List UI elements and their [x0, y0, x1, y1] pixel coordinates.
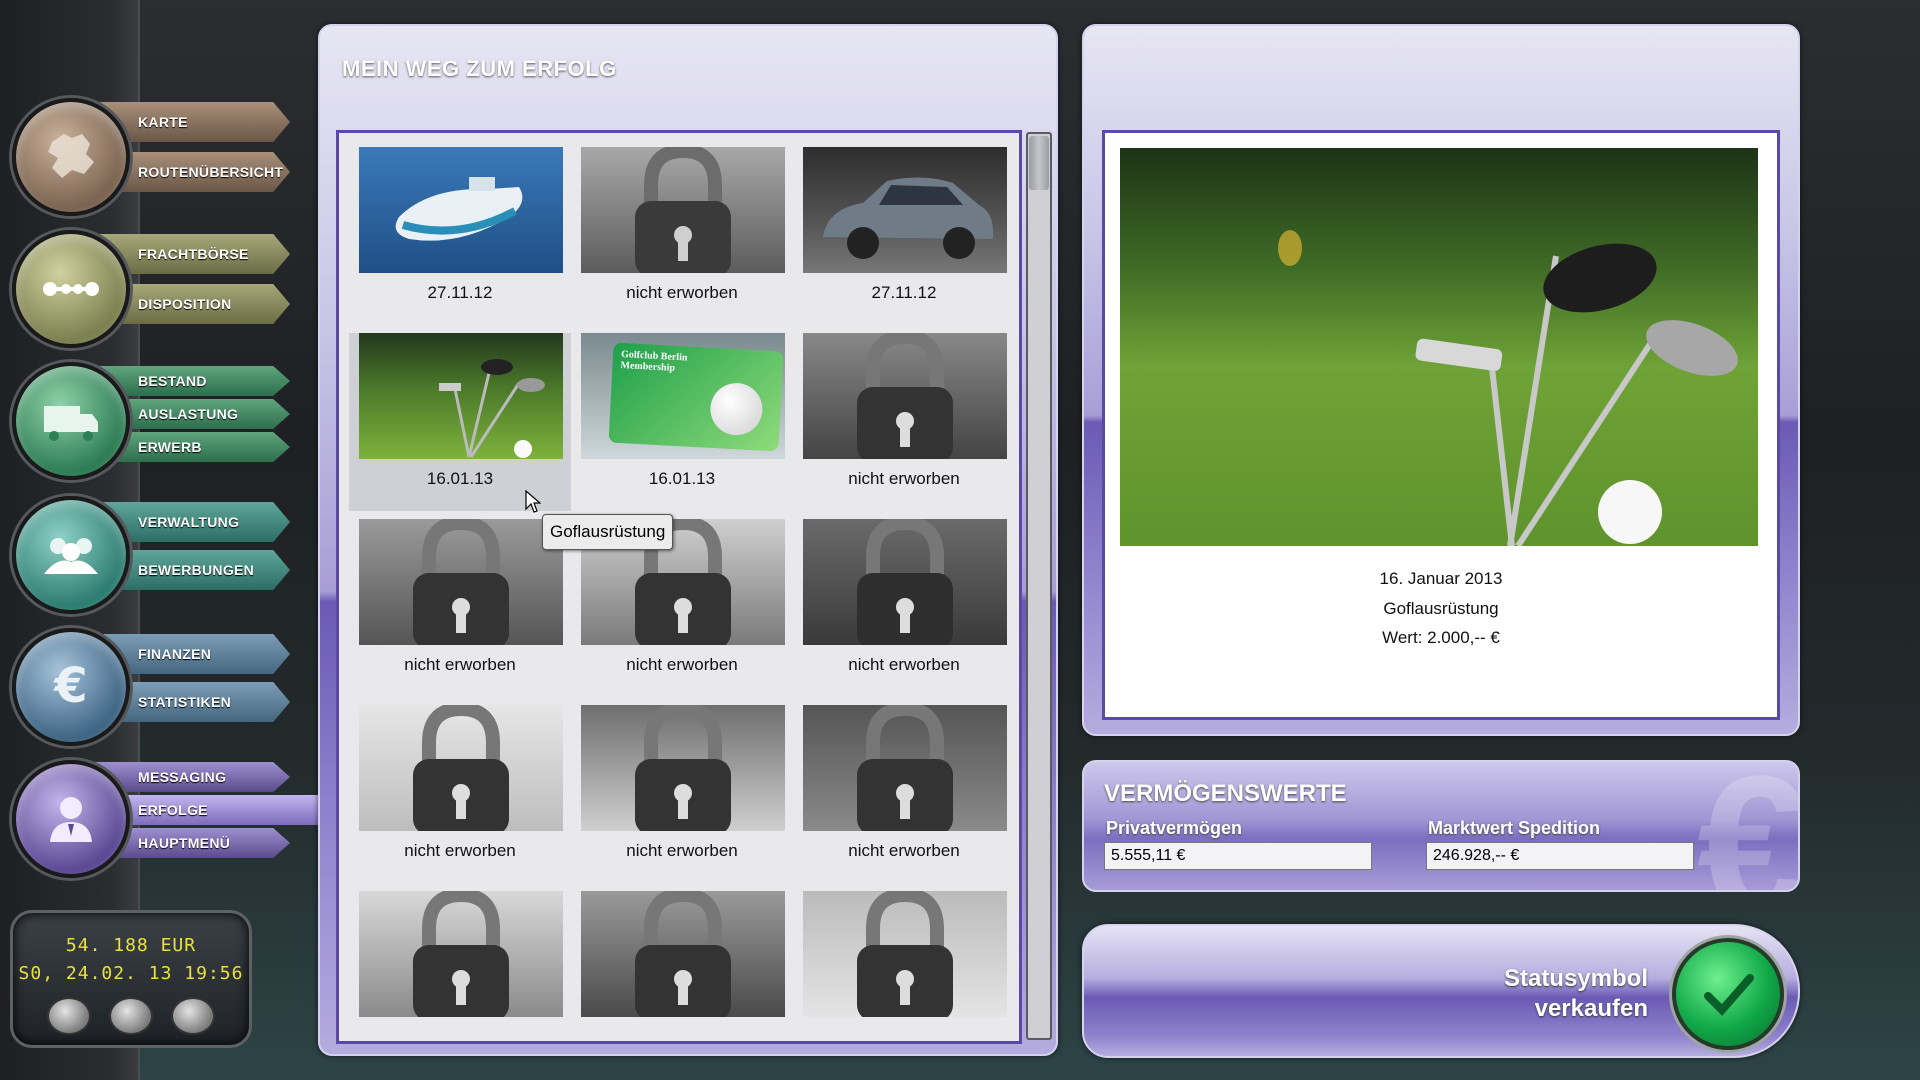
achievement-item[interactable]: nicht erworben — [349, 519, 571, 697]
clock-knob-3[interactable] — [171, 997, 215, 1035]
padlock-icon — [857, 519, 953, 645]
euro-icon[interactable]: € — [12, 628, 130, 746]
market-value-label: Marktwert Spedition — [1428, 818, 1601, 838]
achievement-item[interactable] — [793, 891, 1015, 1069]
mouse-cursor-icon — [525, 490, 541, 513]
silver-car-image — [803, 147, 1007, 273]
item-tooltip: Goflausrüstung — [542, 514, 674, 550]
padlock-icon — [413, 519, 509, 645]
padlock-icon — [635, 891, 731, 1017]
checkmark-icon — [1704, 974, 1754, 1016]
membership-card-text: Golfclub Berlin Membership — [620, 349, 688, 374]
achievement-item[interactable]: nicht erworben — [793, 705, 1015, 883]
achievement-caption: 16.01.13 — [648, 469, 716, 488]
achievement-item[interactable] — [349, 891, 571, 1069]
achievement-item[interactable]: 27.11.12 — [793, 147, 1015, 325]
golf-clubs-large-image — [1120, 148, 1758, 546]
padlock-icon — [413, 705, 509, 831]
achievement-item[interactable]: nicht erworben — [349, 705, 571, 883]
clock-knob-2[interactable] — [109, 997, 153, 1035]
detail-date: 16. Januar 2013 — [1379, 569, 1503, 588]
sell-status-symbol-panel: Statusymbol verkaufen — [1082, 924, 1800, 1058]
golf-clubs-image — [359, 333, 563, 459]
locked-image — [803, 891, 1007, 1017]
locked-image — [803, 705, 1007, 831]
achievement-caption: nicht erworben — [626, 283, 738, 302]
people-icon[interactable] — [12, 496, 130, 614]
achievement-item[interactable]: nicht erworben — [571, 705, 793, 883]
padlock-icon — [635, 705, 731, 831]
money-readout: 54. 188 EUR — [65, 935, 197, 956]
detail-view: 16. Januar 2013 Goflausrüstung Wert: 2.0… — [1102, 130, 1780, 720]
money-clock-display: 54. 188 EUR S0, 24.02. 13 19:56 — [10, 910, 252, 1048]
padlock-icon — [857, 891, 953, 1017]
achievement-caption: nicht erworben — [404, 655, 516, 674]
locked-image — [803, 519, 1007, 645]
sell-label-line2: verkaufen — [1534, 995, 1648, 1022]
achievements-title: MEIN WEG ZUM ERFOLG — [342, 56, 617, 81]
achievement-caption: nicht erworben — [626, 841, 738, 860]
svg-text:€: € — [53, 658, 87, 714]
padlock-icon — [413, 891, 509, 1017]
achievement-item-selected[interactable]: 16.01.13 — [349, 333, 571, 511]
padlock-icon — [857, 333, 953, 459]
golf-ball-icon — [709, 381, 764, 437]
locked-image — [359, 519, 563, 645]
scrollbar-thumb[interactable] — [1029, 136, 1049, 190]
achievement-caption: nicht erworben — [404, 841, 516, 860]
sell-label: Statusymbol verkaufen — [1504, 964, 1648, 1024]
achievement-caption: nicht erworben — [626, 655, 738, 674]
market-value-value: 246.928,-- € — [1426, 842, 1694, 870]
detail-item-name: Goflausrüstung — [1383, 599, 1499, 618]
assets-title: VERMÖGENSWERTE — [1104, 780, 1347, 807]
membership-card: Golfclub Berlin Membership — [608, 342, 784, 452]
achievement-caption: nicht erworben — [848, 655, 960, 674]
golfclub-membership-card-image: Golfclub Berlin Membership — [581, 333, 785, 459]
achievement-item[interactable]: nicht erworben — [793, 333, 1015, 511]
route-dots-icon[interactable] — [12, 230, 130, 348]
locked-image — [359, 705, 563, 831]
achievement-caption: nicht erworben — [848, 469, 960, 488]
achievement-caption: 27.11.12 — [427, 283, 493, 302]
locked-image — [359, 891, 563, 1017]
locked-image — [581, 891, 785, 1017]
locked-image — [581, 705, 785, 831]
achievement-item[interactable]: nicht erworben — [793, 519, 1015, 697]
sell-confirm-button[interactable] — [1672, 938, 1784, 1050]
locked-image — [581, 147, 785, 273]
europe-map-icon[interactable] — [12, 98, 130, 216]
achievement-item[interactable] — [571, 891, 793, 1069]
private-assets-label: Privatvermögen — [1106, 818, 1243, 838]
achievement-gallery: 27.11.12 nicht erworben 27.11.12 16.01.1… — [336, 130, 1022, 1044]
locked-image — [803, 333, 1007, 459]
detail-item-value: Wert: 2.000,-- € — [1382, 628, 1500, 647]
achievement-caption: 16.01.13 — [426, 469, 494, 488]
gallery-scrollbar[interactable] — [1026, 132, 1052, 1040]
clock-knob-1[interactable] — [47, 997, 91, 1035]
padlock-icon — [857, 705, 953, 831]
achievement-caption: nicht erworben — [848, 841, 960, 860]
private-assets-value: 5.555,11 € — [1104, 842, 1372, 870]
achievement-caption: 27.11.12 — [871, 283, 937, 302]
truck-icon[interactable] — [12, 362, 130, 480]
sell-label-line1: Statusymbol — [1503, 965, 1648, 992]
padlock-icon — [635, 147, 731, 273]
dinghy-boat-image — [359, 147, 563, 273]
person-icon[interactable] — [12, 760, 130, 878]
euro-watermark-icon: € — [1696, 760, 1800, 892]
achievement-item[interactable]: 27.11.12 — [349, 147, 571, 325]
assets-panel: € VERMÖGENSWERTE Privatvermögen 5.555,11… — [1082, 760, 1800, 892]
achievement-item[interactable]: nicht erworben — [571, 147, 793, 325]
date-time-readout: S0, 24.02. 13 19:56 — [18, 963, 244, 984]
achievement-item[interactable]: Golfclub Berlin Membership 16.01.13 — [571, 333, 793, 511]
